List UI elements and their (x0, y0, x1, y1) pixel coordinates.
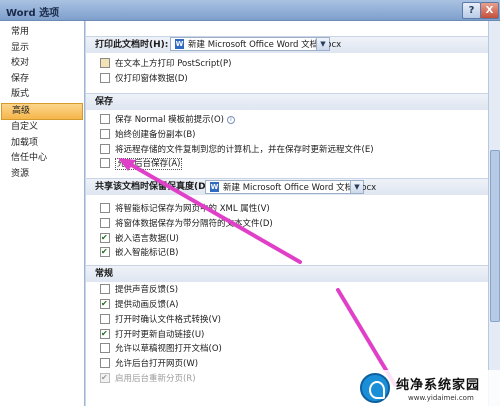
checkbox-backup-copy[interactable] (100, 128, 110, 139)
option-label: 保存 Normal 模板前提示(O) (115, 115, 224, 125)
print-document-select[interactable]: W 新建 Microsoft Office Word 文档.docx ▼ (170, 37, 341, 51)
save-section-header: 保存 (86, 93, 488, 110)
option-label: 允许后台保存(A) (115, 158, 183, 170)
sidebar-item-layout[interactable]: 版式 (0, 87, 84, 103)
checkbox-draft-view[interactable] (100, 342, 110, 353)
checkbox-embed-smart-tags[interactable] (100, 246, 110, 257)
print-section-label: 打印此文档时(H): (95, 40, 169, 50)
option-row[interactable]: 在文本上方打印 PostScript(P) (100, 57, 232, 71)
option-row[interactable]: 允许以草稿视图打开文档(O) (100, 342, 222, 356)
checkbox-background-web[interactable] (100, 357, 110, 368)
sidebar-item-common[interactable]: 常用 (0, 25, 84, 41)
close-button[interactable]: X (480, 2, 499, 19)
sidebar-item-advanced[interactable]: 高级 (1, 102, 83, 120)
option-row[interactable]: 嵌入智能标记(B) (100, 246, 179, 260)
option-label: 仅打印窗体数据(D) (115, 74, 188, 84)
options-content: 打印此文档时(H): W 新建 Microsoft Office Word 文档.… (86, 21, 488, 406)
option-row[interactable]: 将智能标记保存为网页中的 XML 属性(V) (100, 202, 270, 216)
option-row[interactable]: 允许后台打开网页(W) (100, 357, 199, 371)
watermark-url: www.yidaimei.com (408, 394, 474, 402)
checkbox-print-form-data[interactable] (100, 72, 110, 83)
sidebar-item-proofing[interactable]: 校对 (0, 56, 84, 72)
checkbox-smart-tags-xml[interactable] (100, 202, 110, 213)
option-row[interactable]: 打开时更新自动链接(U) (100, 328, 205, 342)
sidebar-item-customize[interactable]: 自定义 (0, 120, 84, 136)
watermark: 纯净系统家园 www.yidaimei.com (356, 370, 500, 406)
option-row[interactable]: 打开时确认文件格式转换(V) (100, 313, 221, 327)
checkbox-copy-remote-files[interactable] (100, 143, 110, 154)
option-label: 嵌入智能标记(B) (115, 248, 179, 258)
chevron-down-icon[interactable]: ▼ (316, 38, 329, 50)
checkbox-print-postscript[interactable] (100, 57, 110, 68)
option-row: 启用后台重新分页(R) (100, 372, 196, 386)
sidebar-item-display[interactable]: 显示 (0, 41, 84, 57)
option-label: 提供声音反馈(S) (115, 285, 179, 295)
checkbox-form-data-text[interactable] (100, 217, 110, 228)
option-label: 将窗体数据保存为带分隔符的文本文件(D) (115, 219, 273, 229)
option-label: 启用后台重新分页(R) (115, 374, 196, 384)
option-label: 打开时确认文件格式转换(V) (115, 315, 221, 325)
title-bar: Word 选项 ? X (0, 0, 500, 21)
checkbox-sound-feedback[interactable] (100, 283, 110, 294)
option-label: 始终创建备份副本(B) (115, 130, 196, 140)
sidebar-item-save[interactable]: 保存 (0, 72, 84, 88)
checkbox-update-links[interactable] (100, 328, 110, 339)
sidebar-item-resources[interactable]: 资源 (0, 167, 84, 183)
scrollbar-thumb[interactable] (490, 150, 500, 322)
option-row[interactable]: 仅打印窗体数据(D) (100, 72, 188, 86)
watermark-logo-icon (360, 373, 390, 403)
option-row[interactable]: 允许后台保存(A) (100, 157, 183, 171)
chevron-down-icon[interactable]: ▼ (350, 181, 363, 193)
share-document-select[interactable]: W 新建 Microsoft Office Word 文档.docx ▼ (205, 180, 376, 194)
window-title: Word 选项 (6, 8, 60, 19)
general-section-title: 常规 (95, 269, 114, 279)
option-label: 嵌入语言数据(U) (115, 234, 179, 244)
option-row[interactable]: 提供声音反馈(S) (100, 283, 179, 297)
word-document-icon: W (210, 181, 219, 192)
option-label: 允许以草稿视图打开文档(O) (115, 344, 222, 354)
sidebar: 常用 显示 校对 保存 版式 高级 自定义 加载项 信任中心 资源 (0, 21, 85, 406)
share-section-label: 共享该文档时保留保真度(D): (95, 182, 214, 192)
sidebar-item-trust-center[interactable]: 信任中心 (0, 151, 84, 167)
option-row[interactable]: 嵌入语言数据(U) (100, 232, 179, 246)
checkbox-background-save[interactable] (100, 157, 110, 168)
info-icon: i (226, 115, 235, 124)
save-section-title: 保存 (95, 97, 114, 107)
option-row[interactable]: 始终创建备份副本(B) (100, 128, 196, 142)
option-label: 打开时更新自动链接(U) (115, 330, 205, 340)
option-row[interactable]: 将窗体数据保存为带分隔符的文本文件(D) (100, 217, 273, 231)
option-label: 允许后台打开网页(W) (115, 359, 199, 369)
help-button[interactable]: ? (462, 2, 481, 19)
option-label: 将远程存储的文件复制到您的计算机上，并在保存时更新远程文件(E) (115, 145, 374, 155)
checkbox-normal-template-prompt[interactable] (100, 113, 110, 124)
option-row[interactable]: 保存 Normal 模板前提示(O) i (100, 113, 235, 127)
general-section-header: 常规 (86, 265, 488, 282)
sidebar-item-addins[interactable]: 加载项 (0, 136, 84, 152)
checkbox-confirm-format-conversion[interactable] (100, 313, 110, 324)
checkbox-background-repagination (100, 372, 110, 383)
checkbox-animation-feedback[interactable] (100, 298, 110, 309)
option-label: 提供动画反馈(A) (115, 300, 179, 310)
option-row[interactable]: 将远程存储的文件复制到您的计算机上，并在保存时更新远程文件(E) (100, 143, 374, 157)
checkbox-embed-language-data[interactable] (100, 232, 110, 243)
option-row[interactable]: 提供动画反馈(A) (100, 298, 179, 312)
option-label: 将智能标记保存为网页中的 XML 属性(V) (115, 204, 270, 214)
word-document-icon: W (175, 38, 184, 49)
option-label: 在文本上方打印 PostScript(P) (115, 59, 232, 69)
watermark-name: 纯净系统家园 (396, 378, 481, 393)
